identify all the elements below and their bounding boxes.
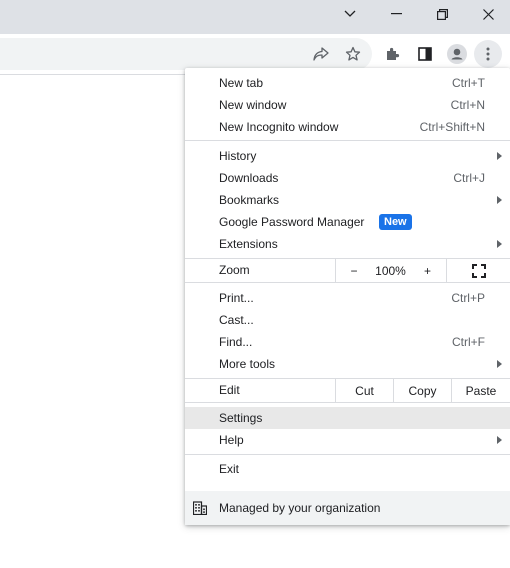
menu-item-shortcut: Ctrl+Shift+N (419, 120, 485, 134)
extensions-button[interactable] (379, 40, 407, 68)
menu-item-password-manager[interactable]: Google Password Manager New (185, 211, 510, 233)
menu-item-help[interactable]: Help (185, 429, 510, 451)
fullscreen-icon (471, 263, 486, 278)
extensions-puzzle-icon (387, 47, 400, 60)
more-menu-button[interactable] (474, 40, 502, 68)
close-window-button[interactable] (466, 0, 510, 28)
menu-divider (185, 140, 510, 141)
menu-item-find[interactable]: Find... Ctrl+F (185, 331, 510, 353)
cut-label: Cut (355, 383, 374, 398)
menu-item-label: Help (219, 433, 244, 447)
title-bar (0, 0, 510, 34)
zoom-out-glyph: − (350, 263, 358, 278)
menu-item-bookmarks[interactable]: Bookmarks (185, 189, 510, 211)
menu-item-new-tab[interactable]: New tab Ctrl+T (185, 72, 510, 94)
menu-item-shortcut: Ctrl+N (450, 98, 485, 112)
bookmark-star-button[interactable] (339, 40, 367, 68)
edit-label: Edit (219, 383, 240, 397)
minimize-button[interactable] (374, 0, 418, 28)
menu-item-exit[interactable]: Exit (185, 458, 510, 480)
submenu-arrow-icon (497, 436, 502, 444)
menu-item-label: New tab (219, 76, 264, 90)
menu-row-edit: Edit Cut Copy Paste (185, 379, 510, 402)
restore-button[interactable] (420, 0, 464, 28)
menu-item-extensions[interactable]: Extensions (185, 233, 510, 255)
profile-button[interactable] (443, 40, 471, 68)
menu-item-label: Print... (219, 291, 254, 305)
menu-item-settings[interactable]: Settings (185, 407, 510, 429)
menu-item-new-incognito[interactable]: New Incognito window Ctrl+Shift+N (185, 116, 510, 138)
menu-item-label: Google Password Manager (219, 215, 365, 229)
side-panel-icon (418, 47, 432, 61)
menu-item-shortcut: Ctrl+J (453, 171, 485, 185)
menu-divider (185, 282, 510, 283)
chevron-down-icon (344, 10, 356, 17)
submenu-arrow-icon (497, 152, 502, 160)
copy-label: Copy (408, 383, 437, 398)
submenu-arrow-icon (497, 196, 502, 204)
managed-by-organization[interactable]: Managed by your organization (185, 491, 510, 525)
menu-item-label: Downloads (219, 171, 279, 185)
menu-item-label: New window (219, 98, 287, 112)
menu-item-downloads[interactable]: Downloads Ctrl+J (185, 167, 510, 189)
zoom-level: 100% (372, 259, 409, 282)
restore-icon (436, 8, 448, 20)
submenu-arrow-icon (497, 240, 502, 248)
star-icon (345, 46, 361, 61)
menu-item-shortcut: Ctrl+P (451, 291, 485, 305)
menu-item-label: Bookmarks (219, 193, 280, 207)
menu-item-label: Exit (219, 462, 240, 476)
zoom-level-value: 100% (375, 263, 406, 278)
submenu-arrow-icon (497, 360, 502, 368)
menu-item-label: Extensions (219, 237, 278, 251)
close-icon (482, 8, 494, 20)
menu-row-zoom: Zoom − 100% + (185, 259, 510, 282)
cut-button[interactable]: Cut (335, 379, 393, 402)
share-icon (313, 47, 329, 61)
menu-item-label: Settings (219, 411, 263, 425)
chrome-main-menu: New tab Ctrl+T New window Ctrl+N New Inc… (185, 68, 510, 525)
side-panel-button[interactable] (411, 40, 439, 68)
menu-item-new-window[interactable]: New window Ctrl+N (185, 94, 510, 116)
profile-icon (447, 44, 467, 64)
fullscreen-button[interactable] (446, 259, 510, 282)
minimize-icon (390, 13, 402, 15)
menu-item-label: History (219, 149, 257, 163)
menu-divider (185, 454, 510, 455)
share-button[interactable] (307, 40, 335, 68)
menu-item-print[interactable]: Print... Ctrl+P (185, 287, 510, 309)
menu-item-label: Find... (219, 335, 253, 349)
menu-item-more-tools[interactable]: More tools (185, 353, 510, 375)
menu-item-label: Cast... (219, 313, 254, 327)
menu-divider (185, 402, 510, 403)
paste-label: Paste (465, 383, 497, 398)
menu-item-shortcut: Ctrl+F (452, 335, 485, 349)
zoom-label: Zoom (219, 263, 250, 277)
managed-label: Managed by your organization (219, 501, 381, 515)
new-badge: New (379, 214, 412, 230)
menu-item-shortcut: Ctrl+T (452, 76, 485, 90)
zoom-in-button[interactable]: + (409, 259, 446, 282)
menu-item-label: New Incognito window (219, 120, 339, 134)
menu-item-cast[interactable]: Cast... (185, 309, 510, 331)
tab-search-button[interactable] (328, 0, 372, 28)
zoom-in-glyph: + (423, 263, 431, 278)
building-icon (193, 501, 207, 515)
menu-item-label: More tools (219, 357, 276, 371)
more-vert-icon (486, 47, 490, 61)
zoom-out-button[interactable]: − (335, 259, 372, 282)
copy-button[interactable]: Copy (393, 379, 451, 402)
paste-button[interactable]: Paste (451, 379, 510, 402)
menu-item-history[interactable]: History (185, 145, 510, 167)
